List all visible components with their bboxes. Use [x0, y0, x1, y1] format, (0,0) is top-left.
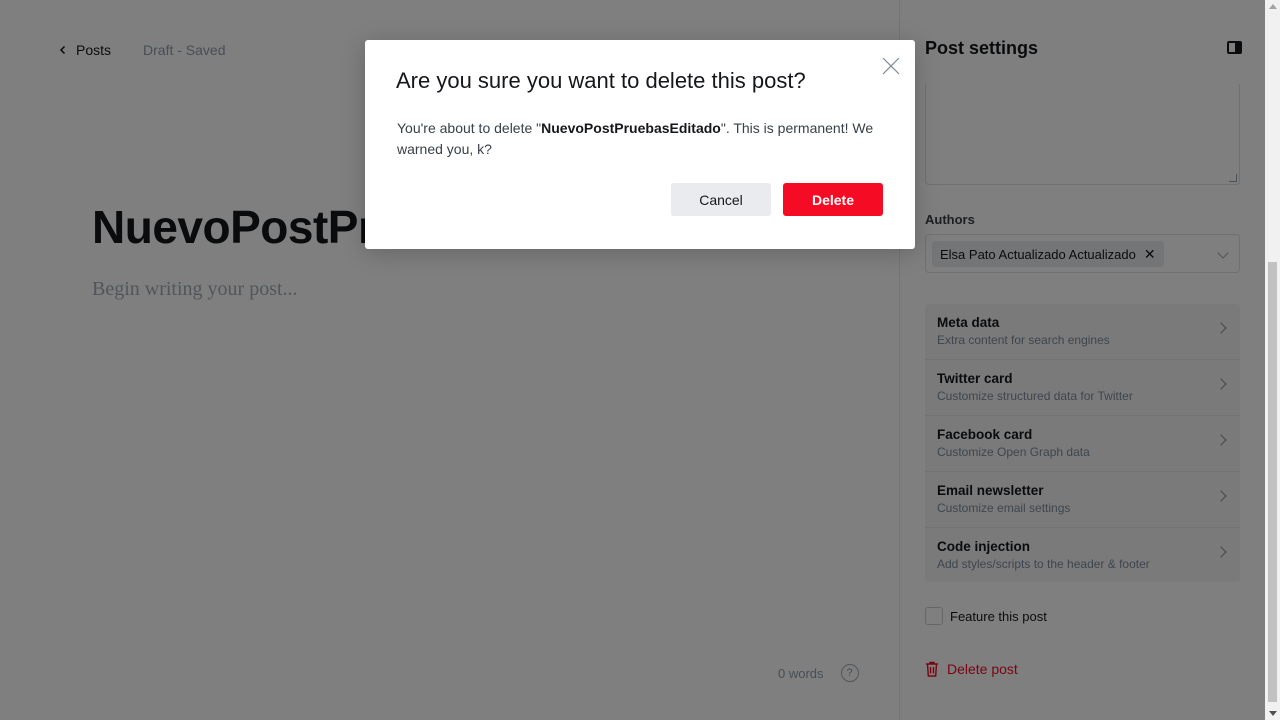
scroll-down-arrow-icon[interactable] — [1269, 711, 1277, 716]
modal-post-name: NuevoPostPruebasEditado — [541, 120, 721, 136]
scroll-up-arrow-icon[interactable] — [1269, 4, 1277, 9]
close-icon[interactable] — [882, 57, 900, 75]
modal-title: Are you sure you want to delete this pos… — [396, 68, 806, 93]
modal-message-before: You're about to delete " — [397, 120, 542, 136]
cancel-button[interactable]: Cancel — [671, 183, 771, 216]
confirm-delete-button[interactable]: Delete — [783, 183, 883, 216]
delete-confirm-modal: Are you sure you want to delete this pos… — [365, 40, 915, 249]
modal-message: You're about to delete "NuevoPostPruebas… — [397, 118, 887, 160]
panel-scrollbar[interactable] — [1265, 0, 1280, 720]
scrollbar-thumb[interactable] — [1268, 262, 1277, 702]
